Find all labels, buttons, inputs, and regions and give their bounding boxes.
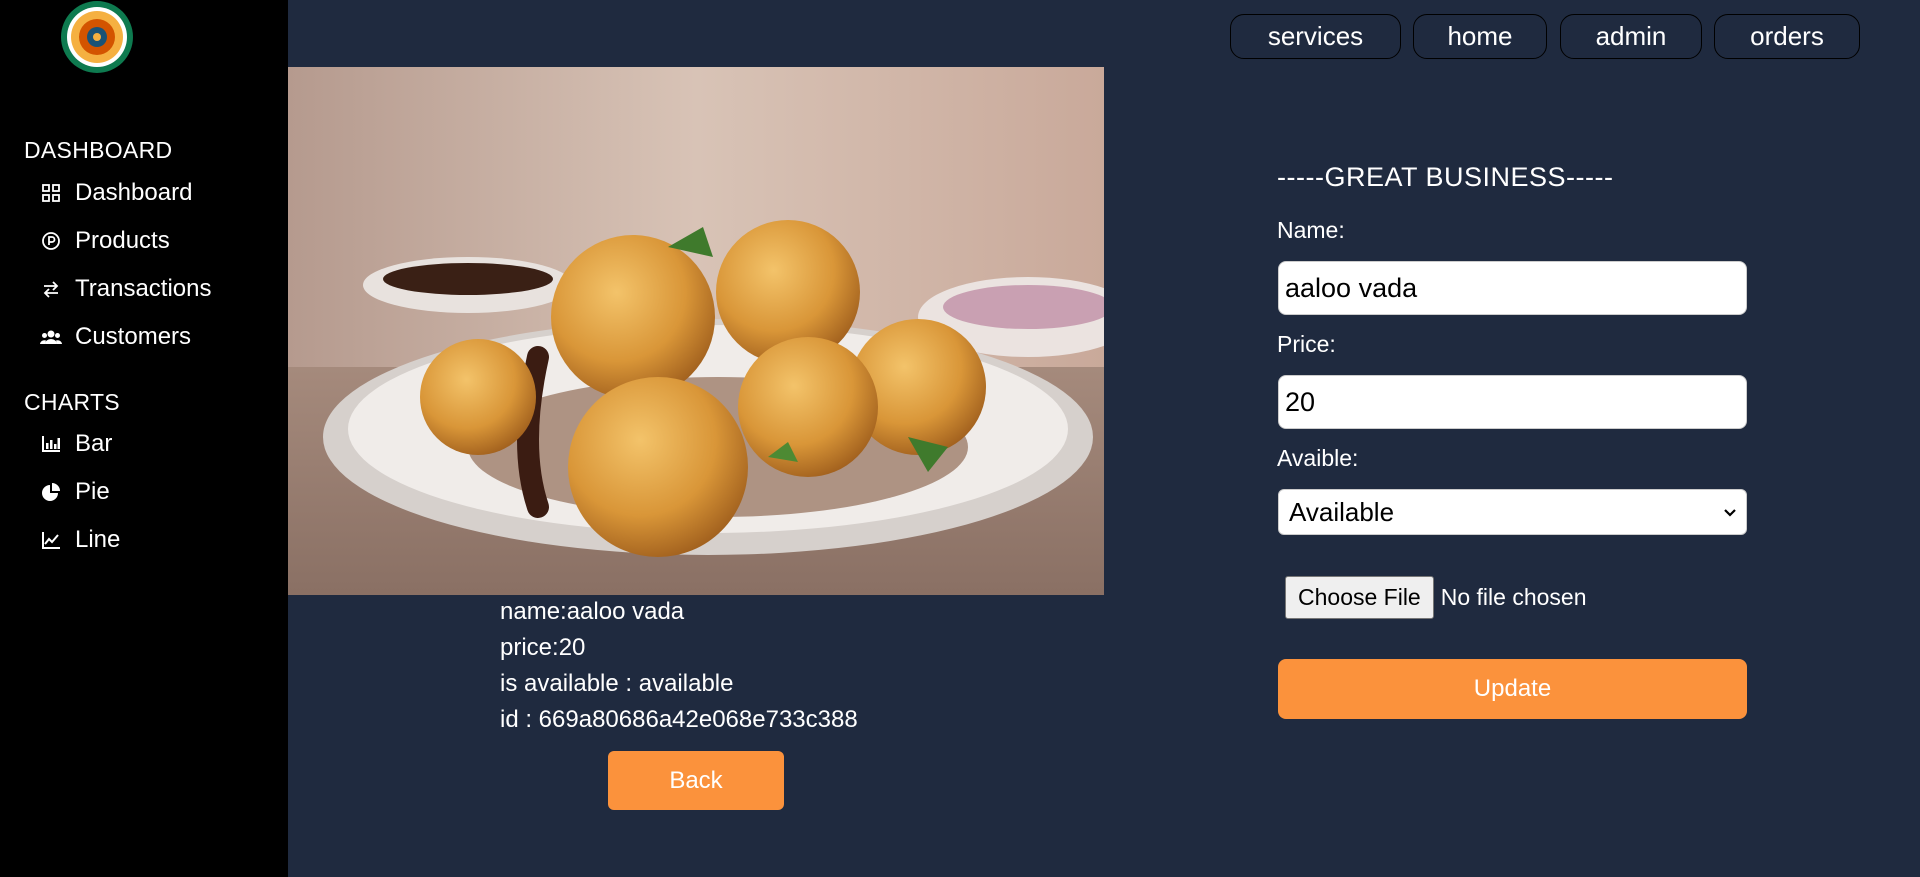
sidebar-item-label: Products [75,227,170,254]
sidebar-item-dashboard[interactable]: Dashboard [40,176,192,210]
section-title-charts: CHARTS [24,389,120,415]
chevron-down-icon [1722,497,1738,528]
choose-file-button[interactable]: Choose File [1285,576,1434,619]
sidebar-item-pie[interactable]: Pie [40,475,110,509]
sidebar-item-label: Dashboard [75,179,193,206]
transfer-arrows-icon [40,278,62,300]
sidebar-item-label: Line [75,526,121,553]
name-label: Name: [1277,217,1345,243]
bar-chart-icon [40,433,62,455]
product-circle-icon [40,230,62,252]
sidebar: DASHBOARD Dashboard Products Transaction… [0,0,288,877]
available-select-value: Available [1289,496,1395,527]
available-select[interactable]: Available [1278,489,1747,535]
sidebar-item-bar[interactable]: Bar [40,427,112,461]
product-availability-text: is available : available [500,670,734,697]
college-emblem-icon[interactable] [58,0,136,74]
section-title-dashboard: DASHBOARD [24,137,173,163]
form-title: -----GREAT BUSINESS----- [1277,162,1614,192]
sidebar-item-products[interactable]: Products [40,224,170,258]
nav-admin-button[interactable]: admin [1560,14,1702,59]
price-label: Price: [1277,331,1336,357]
sidebar-item-transactions[interactable]: Transactions [40,272,212,306]
available-label: Avaible: [1277,445,1359,471]
price-input[interactable] [1278,375,1747,429]
sidebar-item-line[interactable]: Line [40,523,120,557]
users-icon [40,326,62,348]
sidebar-item-customers[interactable]: Customers [40,320,191,354]
back-button[interactable]: Back [608,751,784,810]
nav-home-button[interactable]: home [1413,14,1547,59]
grid-icon [40,182,62,204]
name-input[interactable] [1278,261,1747,315]
product-image [288,67,1104,595]
sidebar-item-label: Transactions [75,275,212,302]
file-input[interactable]: Choose File No file chosen [1285,576,1586,619]
product-name-text: name:aaloo vada [500,598,685,625]
pie-chart-icon [40,481,62,503]
product-price-text: price:20 [500,634,586,661]
nav-orders-button[interactable]: orders [1714,14,1860,59]
sidebar-item-label: Customers [75,323,192,350]
product-id-text: id : 669a80686a42e068e733c388 [500,706,858,733]
nav-services-button[interactable]: services [1230,14,1401,59]
sidebar-item-label: Bar [75,430,113,457]
file-status-text: No file chosen [1440,584,1587,610]
line-chart-icon [40,529,62,551]
sidebar-item-label: Pie [75,478,110,505]
update-button[interactable]: Update [1278,659,1747,719]
